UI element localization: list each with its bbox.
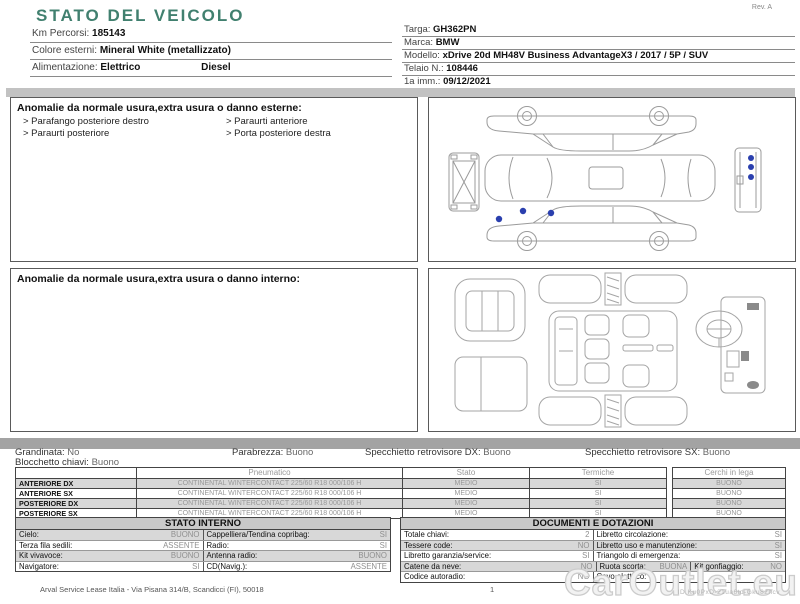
info-row-targa: Targa: GH362PN bbox=[402, 24, 795, 37]
table-row: ANTERIORE DX CONTINENTAL WINTERCONTACT 2… bbox=[16, 478, 666, 488]
table-row: Libretto garanzia/service:SI Triangolo d… bbox=[401, 550, 785, 561]
watermark-id-code: ID Ku0PxD-21ua6td-Gku82hcv bbox=[678, 589, 780, 596]
internal-anomalies-box: Anomalie da normale usura,extra usura o … bbox=[10, 268, 418, 432]
car-side-view-top bbox=[487, 107, 696, 152]
anomaly-item: > Paraurti posteriore bbox=[23, 128, 214, 140]
vehicle-info-left: Km Percorsi: 185143 Colore esterni: Mine… bbox=[30, 26, 392, 77]
table-row: Navigatore:SI CD(Navig.):ASSENTE bbox=[16, 561, 390, 572]
table-row: BUONO bbox=[673, 478, 785, 488]
condition-parabrezza: Parabrezza: Buono bbox=[232, 447, 313, 458]
table-row: Cielo:BUONO Cappelliera/Tendina copribag… bbox=[16, 530, 390, 540]
interior-car-diagram-svg bbox=[429, 269, 795, 431]
tire-table-header: Pneumatico Stato Termiche bbox=[16, 468, 666, 478]
trunk-view bbox=[455, 279, 525, 341]
anomaly-item: > Paraurti anteriore bbox=[226, 116, 417, 128]
table-row: Terza fila sedili:ASSENTE Radio:SI bbox=[16, 540, 390, 551]
footer-page-number: 1 bbox=[490, 585, 494, 594]
table-row: BUONO bbox=[673, 488, 785, 498]
info-row-telaio: Telaio N.: 108446 bbox=[402, 63, 795, 76]
table-row: ANTERIORE SX CONTINENTAL WINTERCONTACT 2… bbox=[16, 488, 666, 498]
rims-table: Cerchi in lega BUONO BUONO BUONO BUONO bbox=[672, 467, 786, 519]
info-row-marca: Marca: BMW bbox=[402, 37, 795, 50]
damage-marker bbox=[520, 208, 526, 214]
table-row: Kit vivavoce:BUONO Antenna radio:BUONO bbox=[16, 550, 390, 561]
stato-interno-table: STATO INTERNO Cielo:BUONO Cappelliera/Te… bbox=[15, 517, 391, 572]
external-anomalies-list: > Parafango posteriore destro > Paraurti… bbox=[11, 116, 417, 140]
documenti-title: DOCUMENTI E DOTAZIONI bbox=[401, 518, 785, 530]
footer-company-address: Arval Service Lease Italia - Via Pisana … bbox=[40, 585, 264, 594]
table-row: Totale chiavi:2 Libretto circolazione:SI bbox=[401, 530, 785, 540]
info-row-colore: Colore esterni: Mineral White (metallizz… bbox=[30, 43, 392, 60]
damage-marker bbox=[748, 164, 754, 170]
car-side-view-bottom bbox=[487, 206, 696, 251]
info-row-modello: Modello: xDrive 20d MH48V Business Advan… bbox=[402, 50, 795, 63]
parcel-shelf-view bbox=[455, 357, 527, 411]
internal-anomalies-heading: Anomalie da normale usura,extra usura o … bbox=[11, 269, 417, 287]
anomaly-item: > Porta posteriore destra bbox=[226, 128, 417, 140]
damage-marker bbox=[548, 210, 554, 216]
condition-specchietto-dx: Specchietto retrovisore DX: Buono bbox=[365, 447, 511, 458]
tire-table: Pneumatico Stato Termiche ANTERIORE DX C… bbox=[15, 467, 667, 519]
table-row: BUONO bbox=[673, 498, 785, 508]
damage-marker bbox=[748, 174, 754, 180]
caroutlet-watermark: CarOutlet.eu bbox=[564, 562, 798, 604]
separator-bar-top bbox=[6, 88, 795, 97]
damage-marker bbox=[748, 155, 754, 161]
interior-diagram bbox=[428, 268, 796, 432]
cabin-view bbox=[539, 273, 687, 427]
vehicle-info-right: Targa: GH362PN Marca: BMW Modello: xDriv… bbox=[402, 24, 795, 89]
condition-specchietto-sx: Specchietto retrovisore SX: Buono bbox=[585, 447, 730, 458]
exterior-damage-diagram bbox=[428, 97, 796, 262]
dashboard-view bbox=[696, 297, 765, 393]
revision-label: Rev. A bbox=[752, 4, 772, 11]
external-anomalies-heading: Anomalie da normale usura,extra usura o … bbox=[11, 98, 417, 116]
table-row: Tessere code:NO Libretto uso e manutenzi… bbox=[401, 540, 785, 551]
exterior-car-diagram-svg bbox=[429, 98, 795, 261]
external-anomalies-box: Anomalie da normale usura,extra usura o … bbox=[10, 97, 418, 262]
car-plan-view bbox=[485, 155, 715, 201]
info-row-km: Km Percorsi: 185143 bbox=[30, 26, 392, 43]
car-front-view bbox=[735, 148, 761, 212]
page-title: STATO DEL VEICOLO bbox=[36, 6, 244, 26]
car-rear-view bbox=[449, 153, 479, 211]
info-row-alimentazione: Alimentazione: Elettrico Diesel bbox=[30, 60, 392, 77]
table-row: POSTERIORE DX CONTINENTAL WINTERCONTACT … bbox=[16, 498, 666, 508]
damage-marker bbox=[496, 216, 502, 222]
stato-interno-title: STATO INTERNO bbox=[16, 518, 390, 530]
anomaly-item: > Parafango posteriore destro bbox=[23, 116, 214, 128]
